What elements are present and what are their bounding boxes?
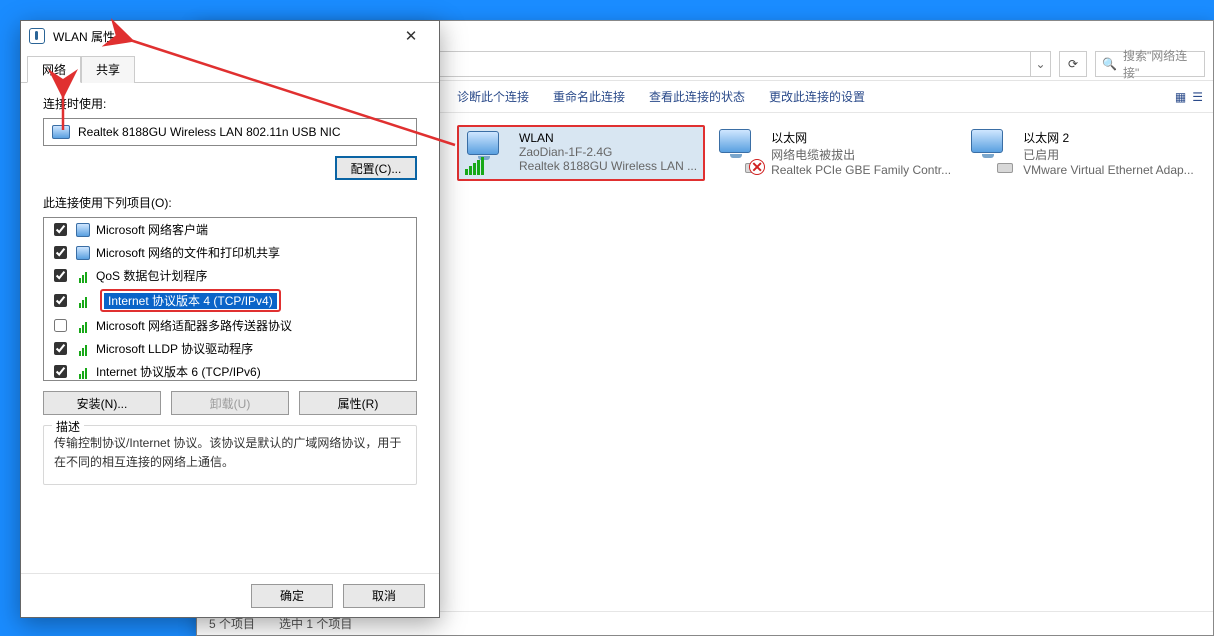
connection-device: Realtek 8188GU Wireless LAN ... <box>519 159 697 173</box>
refresh-button[interactable]: ⟳ <box>1059 51 1087 77</box>
toolbar-diag[interactable]: 诊断此个连接 <box>457 88 529 105</box>
connection-card[interactable]: WLANZaoDian-1F-2.4GRealtek 8188GU Wirele… <box>457 125 705 181</box>
protocol-stack-icon <box>76 342 90 356</box>
protocol-label: Internet 协议版本 4 (TCP/IPv4) <box>104 293 277 309</box>
protocol-item[interactable]: Microsoft 网络适配器多路传送器协议 <box>44 314 417 337</box>
cancel-button[interactable]: 取消 <box>343 584 425 608</box>
properties-dialog: WLAN 属性 ✕ 网络 共享 连接时使用: Realtek 8188GU Wi… <box>20 20 440 618</box>
connection-card[interactable]: 以太网 2已启用VMware Virtual Ethernet Adap... <box>963 125 1203 181</box>
ethernet-adapter-icon: ✕ <box>717 129 761 173</box>
description-group: 描述 传输控制协议/Internet 协议。该协议是默认的广域网络协议，用于在不… <box>43 425 417 485</box>
protocol-stack-icon <box>76 269 90 283</box>
view-icons: ▦ ☰ <box>1175 90 1203 104</box>
connection-name: 以太网 <box>771 129 951 146</box>
dialog-titlebar[interactable]: WLAN 属性 ✕ <box>21 21 439 51</box>
protocol-label: Internet 协议版本 6 (TCP/IPv6) <box>96 363 261 380</box>
connection-status: ZaoDian-1F-2.4G <box>519 145 697 159</box>
protocol-item[interactable]: Internet 协议版本 6 (TCP/IPv6) <box>44 360 417 381</box>
protocol-checkbox[interactable] <box>54 246 67 259</box>
wifi-adapter-icon <box>465 131 509 175</box>
search-input[interactable]: 🔍 搜索"网络连接" <box>1095 51 1205 77</box>
tab-network[interactable]: 网络 <box>27 56 81 83</box>
connection-status: 已启用 <box>1023 146 1197 163</box>
configure-button[interactable]: 配置(C)... <box>335 156 417 180</box>
connection-card[interactable]: ✕ 以太网网络电缆被拔出Realtek PCIe GBE Family Contr… <box>711 125 957 181</box>
connect-using-label: 连接时使用: <box>43 95 417 112</box>
items-label: 此连接使用下列项目(O): <box>43 194 417 211</box>
description-legend: 描述 <box>52 418 84 435</box>
protocol-label: Microsoft 网络适配器多路传送器协议 <box>96 317 292 334</box>
ok-button[interactable]: 确定 <box>251 584 333 608</box>
protocol-label: Microsoft LLDP 协议驱动程序 <box>96 340 253 357</box>
dialog-footer: 确定 取消 <box>21 573 439 617</box>
protocol-checkbox[interactable] <box>54 223 67 236</box>
connection-status: 网络电缆被拔出 <box>771 146 951 163</box>
connection-device: Realtek PCIe GBE Family Contr... <box>771 163 951 177</box>
search-icon: 🔍 <box>1102 57 1117 71</box>
uninstall-button: 卸载(U) <box>171 391 289 415</box>
monitor-icon <box>52 125 70 139</box>
toolbar-rename[interactable]: 重命名此连接 <box>553 88 625 105</box>
protocol-stack-icon <box>76 319 90 333</box>
search-placeholder: 搜索"网络连接" <box>1123 47 1198 81</box>
protocol-item[interactable]: Internet 协议版本 4 (TCP/IPv4) <box>44 287 417 314</box>
ethernet-adapter-icon <box>969 129 1013 173</box>
adapter-icon <box>29 28 45 44</box>
client-icon <box>76 223 90 237</box>
protocol-stack-icon <box>76 294 90 308</box>
description-text: 传输控制协议/Internet 协议。该协议是默认的广域网络协议，用于在不同的相… <box>54 434 406 472</box>
tab-sharing[interactable]: 共享 <box>81 56 135 83</box>
install-button[interactable]: 安装(N)... <box>43 391 161 415</box>
protocol-label: Microsoft 网络的文件和打印机共享 <box>96 244 280 261</box>
protocol-label: Microsoft 网络客户端 <box>96 221 208 238</box>
protocol-item[interactable]: Microsoft 网络客户端 <box>44 218 417 241</box>
protocol-checkbox[interactable] <box>54 342 67 355</box>
protocol-stack-icon <box>76 365 90 379</box>
protocol-label: QoS 数据包计划程序 <box>96 267 207 284</box>
properties-button[interactable]: 属性(R) <box>299 391 417 415</box>
adapter-name: Realtek 8188GU Wireless LAN 802.11n USB … <box>78 125 341 139</box>
protocol-checkbox[interactable] <box>54 365 67 378</box>
highlighted-item: Internet 协议版本 4 (TCP/IPv4) <box>100 289 281 312</box>
protocol-item[interactable]: QoS 数据包计划程序 <box>44 264 417 287</box>
protocol-checkbox[interactable] <box>54 294 67 307</box>
toolbar-status[interactable]: 查看此连接的状态 <box>649 88 745 105</box>
protocol-checkbox[interactable] <box>54 269 67 282</box>
adapter-box[interactable]: Realtek 8188GU Wireless LAN 802.11n USB … <box>43 118 417 146</box>
dialog-body: 连接时使用: Realtek 8188GU Wireless LAN 802.1… <box>21 83 439 573</box>
toolbar-change[interactable]: 更改此连接的设置 <box>769 88 865 105</box>
dialog-title: WLAN 属性 <box>53 28 391 45</box>
items-list[interactable]: Microsoft 网络客户端 Microsoft 网络的文件和打印机共享 QoS … <box>43 217 417 381</box>
view-tiles-icon[interactable]: ▦ <box>1175 90 1186 104</box>
client-icon <box>76 246 90 260</box>
view-details-icon[interactable]: ☰ <box>1192 90 1203 104</box>
connection-name: WLAN <box>519 131 697 145</box>
protocol-checkbox[interactable] <box>54 319 67 332</box>
close-button[interactable]: ✕ <box>391 22 431 50</box>
protocol-item[interactable]: Microsoft LLDP 协议驱动程序 <box>44 337 417 360</box>
protocol-item[interactable]: Microsoft 网络的文件和打印机共享 <box>44 241 417 264</box>
connection-name: 以太网 2 <box>1023 129 1197 146</box>
chevron-down-icon[interactable]: ⌄ <box>1030 51 1050 77</box>
dialog-tabs: 网络 共享 <box>21 51 439 83</box>
connection-device: VMware Virtual Ethernet Adap... <box>1023 163 1197 177</box>
